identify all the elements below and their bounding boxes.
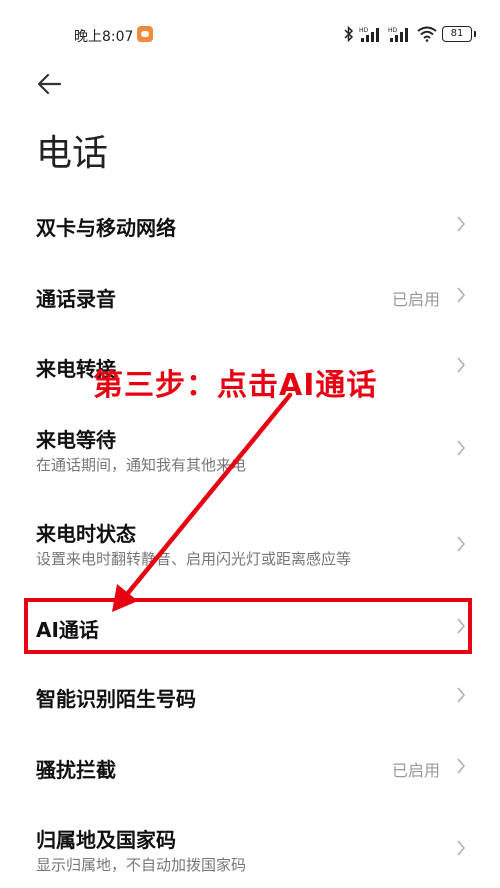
bluetooth-icon — [344, 25, 354, 43]
chevron-right-icon — [457, 287, 466, 303]
setting-label: 双卡与移动网络 — [36, 216, 176, 240]
setting-call-recording[interactable]: 通话录音 已启用 — [0, 260, 500, 330]
chevron-right-icon — [457, 536, 466, 552]
setting-label: 来电等待 — [36, 428, 116, 452]
setting-description: 显示归属地，不自动加拨国家码 — [36, 856, 247, 874]
back-arrow-icon[interactable] — [34, 70, 66, 98]
setting-description: 在通话期间，通知我有其他来电 — [36, 456, 247, 474]
svg-text:HD: HD — [359, 27, 369, 34]
app-notification-icon — [137, 26, 153, 42]
setting-label: 归属地及国家码 — [36, 828, 176, 852]
setting-label: 骚扰拦截 — [36, 758, 116, 782]
svg-text:HD: HD — [388, 27, 398, 34]
setting-label: 智能识别陌生号码 — [36, 687, 196, 711]
hd-signal-icon: HD — [388, 27, 408, 42]
chevron-right-icon — [457, 758, 466, 774]
annotation-step-text: 第三步：点击AI通话 — [93, 368, 378, 403]
setting-dual-sim[interactable]: 双卡与移动网络 — [0, 190, 500, 260]
setting-incoming-call-status[interactable]: 来电时状态 设置来电时翻转静音、启用闪光灯或距离感应等 — [0, 492, 500, 590]
status-text: 已启用 — [391, 290, 440, 309]
battery-icon: 81 — [442, 26, 476, 42]
setting-unknown-number-id[interactable]: 智能识别陌生号码 — [0, 660, 500, 732]
page-title: 电话 — [36, 133, 109, 174]
setting-label: 通话录音 — [36, 287, 116, 311]
setting-call-waiting[interactable]: 来电等待 在通话期间，通知我有其他来电 — [0, 400, 500, 492]
wifi-icon — [417, 26, 437, 42]
status-time: 晚上8:07 — [74, 29, 134, 45]
hd-signal-icon: HD — [359, 27, 379, 42]
setting-description: 设置来电时翻转静音、启用闪光灯或距离感应等 — [36, 550, 352, 568]
status-icons: HD HD 81 — [344, 24, 476, 44]
setting-region-country-code[interactable]: 归属地及国家码 显示归属地，不自动加拨国家码 — [0, 802, 500, 888]
chevron-right-icon — [457, 216, 466, 232]
setting-label: 来电时状态 — [36, 522, 136, 546]
chevron-right-icon — [457, 440, 466, 456]
setting-harassment-block[interactable]: 骚扰拦截 已启用 — [0, 732, 500, 802]
status-bar: 晚上8:07 HD HD 81 — [0, 0, 500, 70]
ai-call-highlight-box — [24, 598, 472, 654]
chevron-right-icon — [457, 357, 466, 373]
chevron-right-icon — [457, 840, 466, 856]
status-text: 已启用 — [391, 761, 440, 780]
chevron-right-icon — [457, 687, 466, 703]
